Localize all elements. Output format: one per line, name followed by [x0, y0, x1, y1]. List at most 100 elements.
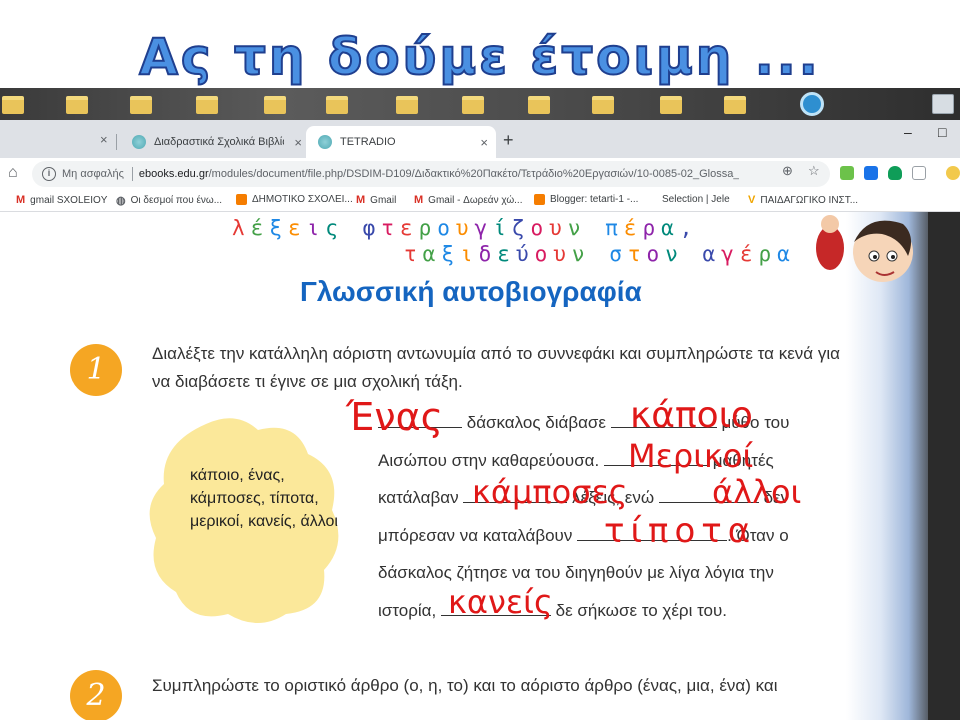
- desktop-folder-icon[interactable]: [66, 96, 88, 114]
- banner-letter: [591, 242, 610, 266]
- banner-letter: γ: [474, 216, 494, 240]
- desktop-folder-icon[interactable]: [592, 96, 614, 114]
- exercise-line-5: δάσκαλος ζήτησε να του διηγηθούν με λίγα…: [378, 554, 838, 592]
- new-tab-button[interactable]: +: [503, 130, 514, 151]
- kid-illustration: [816, 215, 913, 282]
- desktop-strip: [0, 88, 960, 120]
- banner-letter: έ: [250, 216, 270, 240]
- banner-letter: ρ: [758, 242, 778, 266]
- banner-letter: ο: [534, 242, 554, 266]
- banner-letter: δ: [478, 242, 498, 266]
- v-icon: V: [748, 194, 756, 206]
- bookmark-label: gmail SXOLEIOY: [30, 194, 108, 206]
- desktop-folder-icon[interactable]: [462, 96, 484, 114]
- bookmark-label: Gmail: [370, 194, 397, 206]
- bookmark-item[interactable]: ΔΗΜΟΤΙΚΟ ΣΧΟΛΕΙ...: [236, 194, 353, 205]
- banner-letter: ύ: [515, 242, 535, 266]
- bookmark-item[interactable]: ◍ Οι δεσμοί που ένω...: [116, 194, 222, 207]
- tab-bar: × Διαδραστικά Σχολικά Βιβλία | Π × TETRA…: [0, 120, 960, 158]
- bookmark-label: Gmail - Δωρεάν χώ...: [428, 194, 523, 206]
- shield-extension-icon[interactable]: [888, 166, 902, 180]
- handwritten-answer: Ένας: [346, 395, 443, 439]
- banner-letter: α: [777, 242, 796, 266]
- tab-ebooks[interactable]: Διαδραστικά Σχολικά Βιβλία | Π ×: [0, 126, 310, 158]
- banner-letter: ο: [530, 216, 550, 240]
- bookmarks-bar: Mgmail SXOLEIOY ◍ Οι δεσμοί που ένω... ΔΗ…: [0, 190, 960, 329]
- banner-letter: ε: [497, 242, 516, 266]
- banner-letter: [684, 242, 703, 266]
- desktop-folder-icon[interactable]: [724, 96, 746, 114]
- profile-avatar-icon[interactable]: [946, 166, 960, 180]
- bookmark-label: ΠΑΙΔΑΓΩΓΙΚΟ ΙΝΣΤ...: [760, 194, 859, 206]
- extension-icon[interactable]: [912, 166, 926, 180]
- banner-letter: φ: [362, 216, 382, 240]
- text-segment: Αισώπου στην καθαρεύουσα.: [378, 450, 600, 470]
- banner-letter: υ: [553, 242, 572, 266]
- blogger-icon: [236, 194, 247, 205]
- bookmark-item[interactable]: M Gmail: [356, 194, 396, 206]
- url-text[interactable]: ebooks.edu.gr/modules/document/file.php/…: [139, 168, 739, 180]
- banner-letter: έ: [623, 216, 643, 240]
- banner-letter: ξ: [269, 216, 288, 240]
- banner-letter: ,: [679, 216, 699, 240]
- desktop-app-icon[interactable]: [800, 92, 824, 116]
- handwritten-answer: Μερικοί: [628, 437, 754, 475]
- banner-letter: ε: [287, 216, 307, 240]
- gmail-icon: M: [356, 194, 366, 206]
- banner-letter: ν: [665, 242, 684, 266]
- text-segment: μπόρεσαν να καταλάβουν: [378, 525, 573, 545]
- bookmark-item[interactable]: M Gmail - Δωρεάν χώ...: [414, 194, 523, 206]
- banner-letter: ι: [459, 242, 479, 266]
- bookmark-star-icon[interactable]: ☆: [808, 163, 820, 179]
- scrollbar-track[interactable]: [928, 212, 960, 720]
- bookmark-item[interactable]: Mgmail SXOLEIOY: [16, 194, 107, 206]
- handwritten-answer: άλλοι: [712, 473, 802, 511]
- tab-tetradio[interactable]: TETRADIO ×: [306, 126, 496, 158]
- desktop-folder-icon[interactable]: [396, 96, 418, 114]
- desktop-folder-icon[interactable]: [2, 96, 24, 114]
- bookmark-item[interactable]: Blogger: tetarti-1 -...: [534, 194, 638, 205]
- banner-letter: υ: [549, 216, 568, 240]
- banner-letter: α: [702, 242, 722, 266]
- banner-letter: γ: [721, 242, 740, 266]
- banner-letter: ν: [567, 216, 587, 240]
- extension-icon[interactable]: [840, 166, 854, 180]
- extension-icon[interactable]: [864, 166, 878, 180]
- tab-close-icon[interactable]: ×: [294, 135, 302, 150]
- tab-close-icon[interactable]: ×: [480, 135, 488, 150]
- home-icon[interactable]: ⌂: [8, 164, 18, 182]
- ebooks-favicon-icon: [318, 135, 332, 149]
- text-segment: κατάλαβαν: [378, 488, 459, 507]
- desktop-folder-icon[interactable]: [264, 96, 286, 114]
- banner-letter: ρ: [642, 216, 662, 240]
- exercise-line-1: δάσκαλος διάβασε μύθο του: [378, 404, 838, 442]
- text-segment: δε σήκωσε το χέρι του.: [555, 600, 728, 620]
- maximize-button[interactable]: □: [938, 124, 946, 140]
- info-icon[interactable]: i: [42, 167, 56, 181]
- banner-letter: ε: [399, 216, 419, 240]
- page-content: λέξεις φτερουγίζουν πέρα, ταξιδεύουν στο…: [0, 212, 960, 720]
- banner-letter: [586, 216, 605, 240]
- recycle-bin-icon[interactable]: [932, 94, 954, 114]
- bookmark-item[interactable]: Selection | Jele: [662, 194, 730, 329]
- desktop-folder-icon[interactable]: [660, 96, 682, 114]
- slide-title: Ας τη δούμε έτοιμη ...: [138, 27, 821, 87]
- cloud-words: κάποιο, ένας, κάμποσες, τίποτα, μερικοί,…: [190, 467, 338, 530]
- omnibox[interactable]: i Μη ασφαλής ebooks.edu.gr/modules/docum…: [32, 161, 830, 187]
- desktop-folder-icon[interactable]: [130, 96, 152, 114]
- url-path: /modules/document/file.php/DSDIM-D109/Δι…: [208, 168, 739, 180]
- zoom-icon[interactable]: ⊕: [782, 163, 793, 179]
- minimize-button[interactable]: –: [904, 124, 912, 140]
- banner-letter: τ: [381, 216, 400, 240]
- desktop-folder-icon[interactable]: [196, 96, 218, 114]
- desktop-folder-icon[interactable]: [326, 96, 348, 114]
- banner-letter: υ: [455, 216, 475, 240]
- bookmark-item[interactable]: V ΠΑΙΔΑΓΩΓΙΚΟ ΙΝΣΤ...: [748, 194, 858, 206]
- banner-letter: ρ: [418, 216, 438, 240]
- handwritten-answer: κανείς: [448, 583, 553, 621]
- tab-label: Διαδραστικά Σχολικά Βιβλία | Π: [154, 136, 284, 148]
- banner-letter: ξ: [441, 242, 460, 266]
- omnibox-divider: [131, 167, 133, 181]
- desktop-folder-icon[interactable]: [528, 96, 550, 114]
- banner-letter: ζ: [511, 216, 531, 240]
